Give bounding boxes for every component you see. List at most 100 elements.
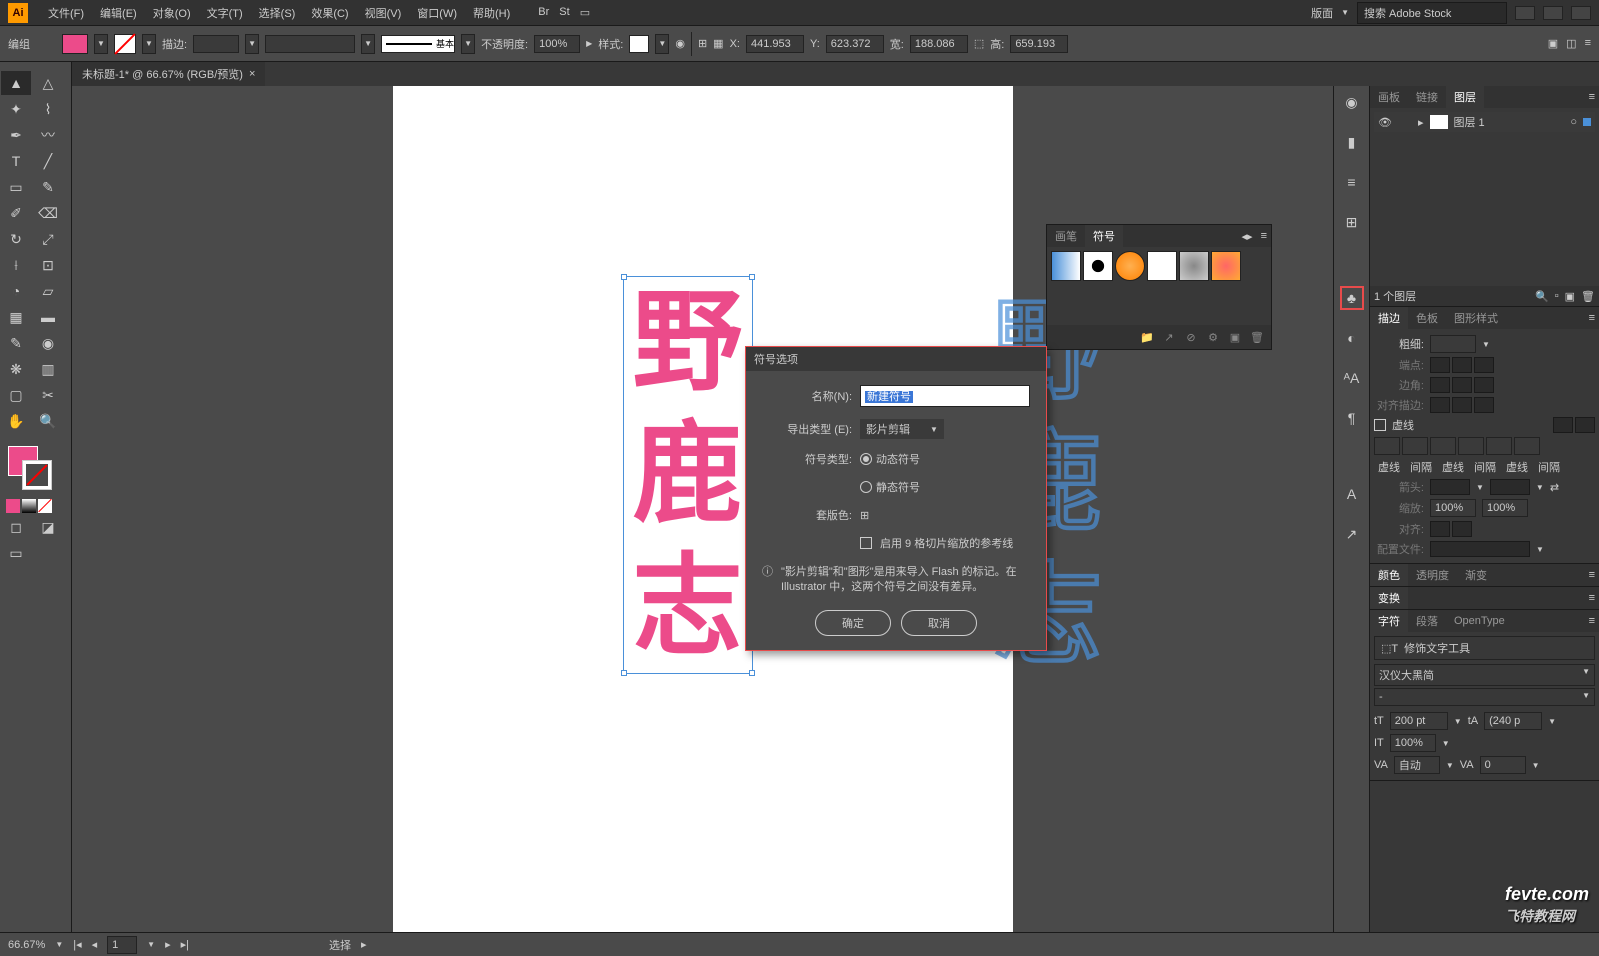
- expand-icon[interactable]: ▸: [1418, 116, 1424, 129]
- static-symbol-radio[interactable]: 静态符号: [860, 479, 920, 495]
- opacity-flyout-icon[interactable]: ▶: [586, 39, 592, 48]
- align-dock-icon[interactable]: ⊞: [1340, 210, 1364, 234]
- corner-round[interactable]: [1452, 377, 1472, 393]
- panel-collapse-icon[interactable]: ◂▸: [1238, 230, 1257, 243]
- new-symbol-icon[interactable]: ▣: [1227, 329, 1243, 345]
- pen-tool[interactable]: ✒: [1, 123, 31, 147]
- kerning-input[interactable]: [1394, 756, 1440, 774]
- opacity-input[interactable]: [534, 35, 580, 53]
- appearance-icon[interactable]: ◐: [1340, 326, 1364, 350]
- symbol-libraries-icon[interactable]: 📁: [1139, 329, 1155, 345]
- font-size-input[interactable]: [1390, 712, 1448, 730]
- x-input[interactable]: [746, 35, 804, 53]
- arrow-align1[interactable]: [1430, 521, 1450, 537]
- align-icon[interactable]: ⊞: [698, 37, 707, 50]
- workspace-label[interactable]: 版面: [1311, 5, 1333, 21]
- gap-input[interactable]: [1458, 437, 1484, 455]
- new-layer-icon[interactable]: ▣: [1565, 290, 1575, 303]
- locate-icon[interactable]: 🔍: [1535, 290, 1549, 303]
- gradient-tool[interactable]: ▬: [33, 305, 63, 329]
- symbol-thumb[interactable]: [1147, 251, 1177, 281]
- name-input[interactable]: 新建符号: [860, 385, 1030, 407]
- free-transform-tool[interactable]: ⊡: [33, 253, 63, 277]
- dynamic-symbol-radio[interactable]: 动态符号: [860, 451, 920, 467]
- delete-layer-icon[interactable]: 🗑: [1581, 290, 1595, 303]
- nav-last-icon[interactable]: ▸|: [181, 938, 189, 951]
- stroke-style[interactable]: 基本: [381, 35, 455, 53]
- dash-align[interactable]: [1553, 417, 1573, 433]
- zoom-level[interactable]: 66.67%: [8, 939, 45, 951]
- zoom-tool[interactable]: 🔍: [33, 409, 63, 433]
- delete-symbol-icon[interactable]: 🗑: [1249, 329, 1265, 345]
- h-input[interactable]: [1010, 35, 1068, 53]
- type-tool[interactable]: T: [1, 149, 31, 173]
- y-input[interactable]: [826, 35, 884, 53]
- line-tool[interactable]: ╱: [33, 149, 63, 173]
- selection-handle[interactable]: [621, 274, 627, 280]
- layers-tab[interactable]: 图层: [1446, 86, 1484, 108]
- break-link-icon[interactable]: ⊘: [1183, 329, 1199, 345]
- panel-menu-icon[interactable]: ≡: [1257, 230, 1271, 242]
- arrow-scale-end[interactable]: [1482, 499, 1528, 517]
- touch-type-tool[interactable]: ⬚T修饰文字工具: [1374, 636, 1595, 660]
- artboards-tab[interactable]: 画板: [1370, 86, 1408, 108]
- dash-input[interactable]: [1374, 437, 1400, 455]
- swatches-icon[interactable]: ▮: [1340, 130, 1364, 154]
- character-tab[interactable]: 字符: [1370, 610, 1408, 632]
- menu-window[interactable]: 窗口(W): [409, 1, 465, 25]
- panel-menu-icon[interactable]: ≡: [1585, 569, 1599, 581]
- swap-arrow-icon[interactable]: ⇄: [1550, 481, 1559, 494]
- cap-projecting[interactable]: [1474, 357, 1494, 373]
- mesh-tool[interactable]: ▦: [1, 305, 31, 329]
- brushes-dock-icon[interactable]: ≡: [1340, 170, 1364, 194]
- paintbrush-tool[interactable]: ✎: [33, 175, 63, 199]
- fill-dropdown[interactable]: ▼: [94, 34, 108, 54]
- artboard-tool[interactable]: ▢: [1, 383, 31, 407]
- shape-mode-icon[interactable]: ▣: [1548, 37, 1558, 50]
- symbol-sprayer-tool[interactable]: ❋: [1, 357, 31, 381]
- bridge-icon[interactable]: Br: [538, 6, 549, 19]
- color-tab[interactable]: 颜色: [1370, 564, 1408, 586]
- rotate-tool[interactable]: ↻: [1, 227, 31, 251]
- gradient-mode[interactable]: [22, 499, 36, 513]
- layer-name[interactable]: 图层 1: [1454, 114, 1485, 130]
- panel-menu-icon[interactable]: ≡: [1585, 312, 1599, 324]
- options-menu-icon[interactable]: ≡: [1585, 37, 1591, 50]
- export-type-select[interactable]: 影片剪辑▼: [860, 419, 944, 439]
- new-sublayer-icon[interactable]: ▫: [1555, 290, 1559, 303]
- char-styles-icon[interactable]: ᴬA: [1340, 366, 1364, 390]
- draw-behind[interactable]: ◪: [33, 515, 63, 539]
- w-input[interactable]: [910, 35, 968, 53]
- graphic-style-swatch[interactable]: [629, 35, 649, 53]
- registration-grid[interactable]: ⊞: [860, 509, 869, 522]
- cap-round[interactable]: [1452, 357, 1472, 373]
- brushes-tab[interactable]: 画笔: [1047, 225, 1085, 247]
- draw-normal[interactable]: ◻: [1, 515, 31, 539]
- curvature-tool[interactable]: 〰: [33, 123, 63, 147]
- lasso-tool[interactable]: ⌇: [33, 97, 63, 121]
- eyedropper-tool[interactable]: ✎: [1, 331, 31, 355]
- menu-type[interactable]: 文字(T): [199, 1, 251, 25]
- symbol-thumb[interactable]: [1179, 251, 1209, 281]
- color-mode[interactable]: [6, 499, 20, 513]
- isolate-icon[interactable]: ◫: [1566, 37, 1576, 50]
- stroke-weight-dropdown[interactable]: ▼: [245, 34, 259, 54]
- arrange-icon[interactable]: ▭: [580, 6, 590, 19]
- link-wh-icon[interactable]: ⬚: [974, 37, 984, 50]
- nav-first-icon[interactable]: |◂: [73, 938, 81, 951]
- stock-search-input[interactable]: 搜索 Adobe Stock: [1357, 2, 1507, 24]
- gap-input[interactable]: [1514, 437, 1540, 455]
- corner-miter[interactable]: [1430, 377, 1450, 393]
- vscale-input[interactable]: [1390, 734, 1436, 752]
- selection-handle[interactable]: [621, 670, 627, 676]
- stroke-swatch[interactable]: [114, 34, 136, 54]
- rectangle-tool[interactable]: ▭: [1, 175, 31, 199]
- gap-input[interactable]: [1402, 437, 1428, 455]
- stroke-tab[interactable]: 描边: [1370, 307, 1408, 329]
- symbol-options-icon[interactable]: ⚙: [1205, 329, 1221, 345]
- panel-menu-icon[interactable]: ≡: [1585, 91, 1599, 103]
- arrow-end[interactable]: [1490, 479, 1530, 495]
- gradient-tab[interactable]: 渐变: [1457, 564, 1495, 586]
- tracking-input[interactable]: [1480, 756, 1526, 774]
- profile-select[interactable]: [1430, 541, 1530, 557]
